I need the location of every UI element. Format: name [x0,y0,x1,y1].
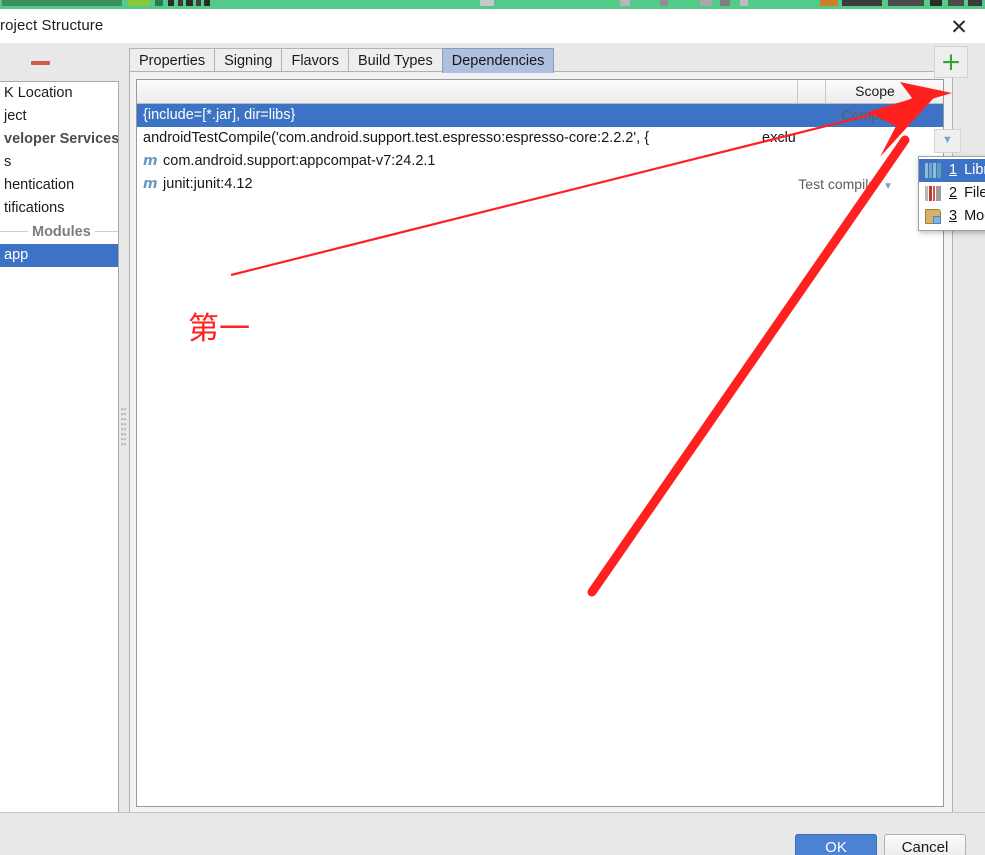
menu-item-accelerator: 3 [949,208,958,224]
minus-icon[interactable] [31,61,50,65]
tab-build-types[interactable]: Build Types [348,48,443,73]
dialog-title: roject Structure [0,17,104,34]
tab-properties[interactable]: Properties [129,48,216,73]
folder-icon [925,209,941,224]
dependencies-table: Scope {include=[*.jar], dir=libs} Compil… [136,79,944,807]
books-icon [925,186,941,201]
dependencies-panel: Scope {include=[*.jar], dir=libs} Compil… [129,71,953,813]
dialog-footer: OK Cancel [0,812,985,855]
sidebar-item-developer-services[interactable]: veloper Services [0,128,118,151]
chevron-down-icon: ▼ [883,181,893,192]
dependency-scope[interactable]: Compile [842,104,893,127]
sidebar-separator-label: Modules [28,220,95,244]
menu-item-library-dependency[interactable]: 1 Library dependency [919,159,985,182]
dependency-name-overflow: exclu [762,130,796,146]
tab-flavors[interactable]: Flavors [281,48,350,73]
table-header: Scope [137,80,943,104]
close-icon[interactable]: ✕ [945,13,973,41]
sidebar-tree: K Location ject veloper Services s henti… [0,81,119,833]
sidebar-item-notifications[interactable]: tifications [0,197,118,220]
table-row[interactable]: androidTestCompile('com.android.support.… [137,127,943,150]
dependency-name: junit:junit:4.12 [163,176,253,192]
ok-button[interactable]: OK [795,834,877,855]
sidebar-item-authentication[interactable]: hentication [0,174,118,197]
cancel-button[interactable]: Cancel [884,834,966,855]
library-icon [925,163,941,178]
dependency-scope[interactable]: Test compile ▼ [798,173,893,196]
dependency-name: {include=[*.jar], dir=libs} [143,107,296,123]
tab-dependencies[interactable]: Dependencies [441,48,555,73]
dependency-scope-label: Test compile [798,176,877,192]
menu-item-label: Library dependency [964,162,985,178]
dependency-name: com.android.support:appcompat-v7:24.2.1 [163,153,436,169]
menu-item-accelerator: 1 [949,162,958,178]
dialog-body: K Location ject veloper Services s henti… [0,43,985,833]
menu-item-label: Module dependency [964,208,985,224]
table-row[interactable]: m com.android.support:appcompat-v7:24.2.… [137,150,943,173]
menu-item-accelerator: 2 [949,185,958,201]
table-row[interactable]: {include=[*.jar], dir=libs} Compile [137,104,943,127]
background-window-strip [0,0,985,9]
sidebar: K Location ject veloper Services s henti… [0,43,119,833]
sidebar-item-app[interactable]: app [0,244,118,267]
add-dependency-button[interactable]: + [934,46,968,78]
column-header-scope[interactable]: Scope [815,80,935,103]
menu-item-file-dependency[interactable]: 2 File dependency [919,182,985,205]
maven-icon: m [143,176,158,192]
annotation-note: 第一 [188,311,250,347]
sidebar-separator-modules: Modules [0,220,118,244]
splitter-handle-icon [121,408,126,448]
sidebar-item-ads[interactable]: s [0,151,118,174]
table-row[interactable]: m junit:junit:4.12 Test compile ▼ [137,173,943,196]
menu-item-module-dependency[interactable]: 3 Module dependency [919,205,985,228]
sidebar-item-sdk-location[interactable]: K Location [0,82,118,105]
sidebar-item-project[interactable]: ject [0,105,118,128]
dialog-titlebar: roject Structure ✕ [0,9,985,43]
menu-item-label: File dependency [964,185,985,201]
tab-signing[interactable]: Signing [214,48,283,73]
project-structure-dialog: roject Structure ✕ K Location ject velop… [0,0,985,855]
main-pane: Properties Signing Flavors Build Types D… [129,43,985,813]
maven-icon: m [143,153,158,169]
add-dependency-menu: 1 Library dependency 2 File dependency 3 Mo… [918,156,985,231]
pane-splitter[interactable] [119,43,129,812]
dependency-name: androidTestCompile('com.android.support.… [143,130,650,146]
tab-bar: Properties Signing Flavors Build Types D… [129,47,555,73]
scope-dropdown-button[interactable]: ▼ [934,129,961,153]
